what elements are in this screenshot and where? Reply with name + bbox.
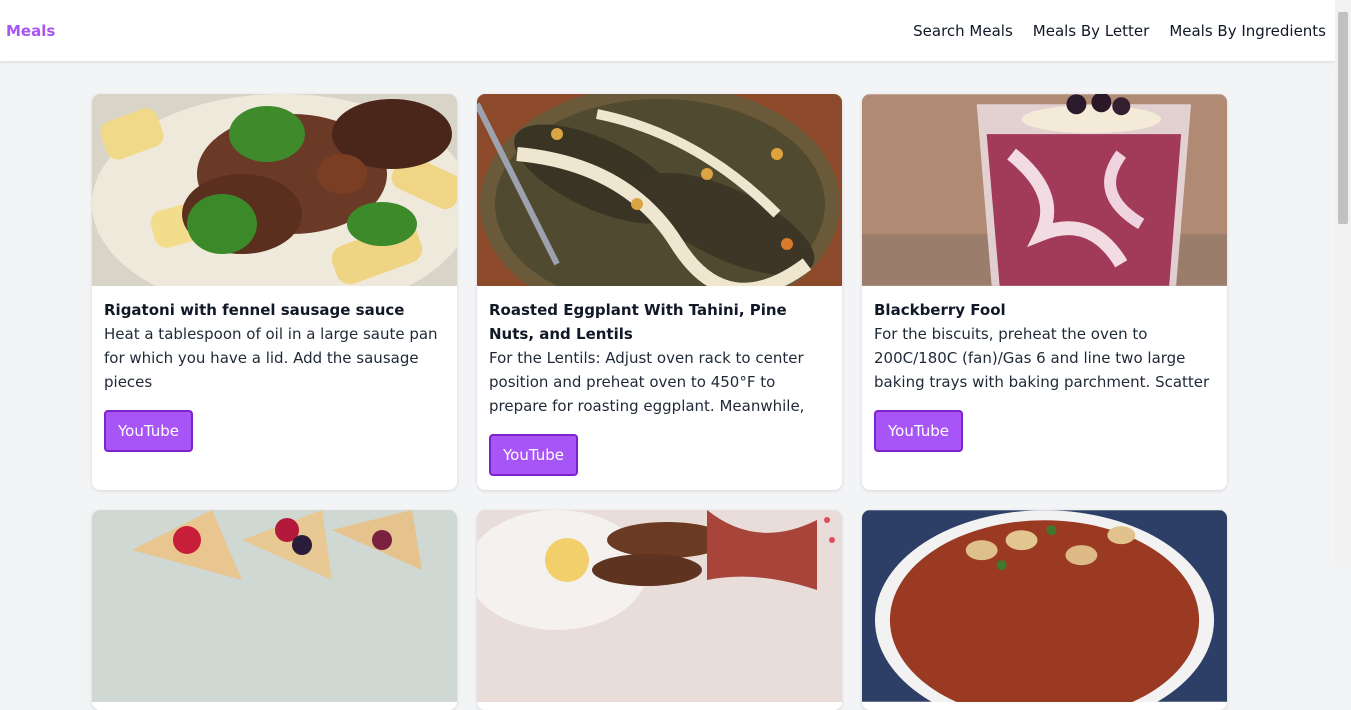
nav-search-meals[interactable]: Search Meals [913, 22, 1013, 40]
nav-meals-by-letter[interactable]: Meals By Letter [1033, 22, 1150, 40]
meal-card [862, 510, 1227, 710]
meal-title: Blackberry Fool [874, 301, 1006, 319]
scrollbar-thumb[interactable] [1338, 12, 1348, 224]
eggplant-dish-image[interactable] [477, 94, 842, 286]
breakfast-image[interactable] [477, 510, 842, 702]
pastry-image[interactable] [92, 510, 457, 702]
meal-title: Rigatoni with fennel sausage sauce [104, 301, 405, 319]
nav-links: Search Meals Meals By Letter Meals By In… [913, 22, 1326, 40]
meal-title: Roasted Eggplant With Tahini, Pine Nuts,… [489, 301, 787, 343]
meal-card: Roasted Eggplant With Tahini, Pine Nuts,… [477, 94, 842, 490]
meal-description: For the biscuits, preheat the oven to 20… [874, 325, 1210, 391]
meal-description: Heat a tablespoon of oil in a large saut… [104, 325, 438, 391]
youtube-button[interactable]: YouTube [489, 434, 578, 476]
meal-card-body: Roasted Eggplant With Tahini, Pine Nuts,… [477, 286, 842, 488]
bean-stew-image[interactable] [862, 510, 1227, 702]
meals-grid: Rigatoni with fennel sausage sauce Heat … [92, 94, 1227, 710]
meal-card-body: Rigatoni with fennel sausage sauce Heat … [92, 286, 457, 464]
page-scrollbar[interactable] [1335, 0, 1351, 567]
meal-card [477, 510, 842, 710]
top-navbar: Meals Search Meals Meals By Letter Meals… [0, 0, 1335, 61]
pasta-dish-image[interactable] [92, 94, 457, 286]
meal-description: For the Lentils: Adjust oven rack to cen… [489, 349, 805, 415]
dessert-glass-image[interactable] [862, 94, 1227, 286]
youtube-button[interactable]: YouTube [104, 410, 193, 452]
nav-meals-by-ingredients[interactable]: Meals By Ingredients [1169, 22, 1326, 40]
meal-card-body: Blackberry Fool For the biscuits, prehea… [862, 286, 1227, 464]
brand-link[interactable]: Meals [6, 22, 55, 40]
youtube-button[interactable]: YouTube [874, 410, 963, 452]
meal-card: Rigatoni with fennel sausage sauce Heat … [92, 94, 457, 490]
meal-card: Blackberry Fool For the biscuits, prehea… [862, 94, 1227, 490]
meal-card [92, 510, 457, 710]
